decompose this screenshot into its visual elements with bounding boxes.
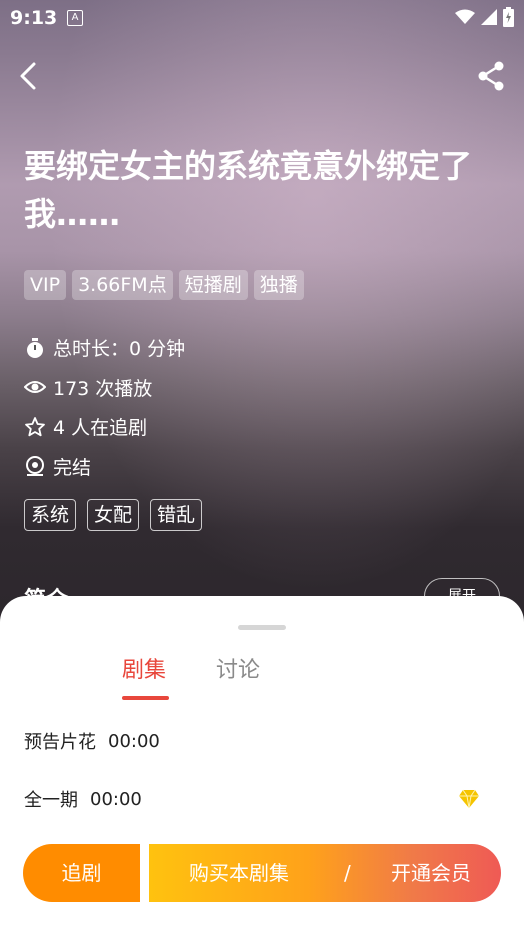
separator: / [344,861,351,885]
tag-system[interactable]: 系统 [24,499,77,531]
episode-duration: 00:00 [108,730,160,752]
meta-info: 总时长：0 分钟 173 次播放 4 人在追剧 完结 [24,328,185,486]
tag-list: 系统 女配 错乱 [24,499,203,531]
price-badge: 3.66FM点 [72,270,173,300]
tag-chaos[interactable]: 错乱 [150,499,203,531]
tag-female-support[interactable]: 女配 [87,499,140,531]
episode-duration: 00:00 [90,788,142,810]
complete-icon [24,455,46,477]
status-row: 完结 [24,447,185,487]
buy-series-button[interactable]: 购买本剧集 [189,844,289,902]
eye-icon [24,376,46,398]
tab-episodes[interactable]: 剧集 [122,652,166,684]
followers-text: 4 人在追剧 [53,417,148,440]
episode-item[interactable]: 预告片花 00:00 [24,721,504,761]
follow-button[interactable]: 追剧 [23,844,140,902]
badge-list: VIP 3.66FM点 短播剧 独播 [24,270,304,300]
tab-discussion[interactable]: 讨论 [216,652,260,684]
status-bar: 9:13 A [0,0,524,36]
plays-text: 173 次播放 [53,377,153,400]
back-arrow-icon [20,62,36,90]
signal-icon [481,9,497,25]
vip-diamond-icon [458,789,480,814]
episode-item[interactable]: 全一期 00:00 [24,779,504,819]
episode-name: 全一期 [24,790,78,811]
episode-sheet: 剧集 讨论 预告片花 00:00 全一期 00:00 追剧 购买本剧集 / 开通… [0,596,524,931]
battery-icon [503,7,514,27]
bottom-actions: 追剧 购买本剧集 / 开通会员 [23,844,501,902]
purchase-bar: 购买本剧集 / 开通会员 [149,844,501,902]
notification-a-icon: A [67,10,83,26]
back-button[interactable] [12,56,44,96]
exclusive-badge: 独播 [253,270,304,300]
wifi-icon [455,9,475,24]
share-button[interactable] [474,58,508,94]
duration-row: 总时长：0 分钟 [24,328,185,368]
status-icons [455,7,514,27]
vip-badge: VIP [24,270,67,300]
episode-name: 预告片花 [24,732,96,753]
active-tab-indicator [122,696,169,700]
share-icon [478,61,504,91]
type-badge: 短播剧 [178,270,248,300]
open-vip-button[interactable]: 开通会员 [391,844,471,902]
status-text: 完结 [53,456,92,479]
followers-row: 4 人在追剧 [24,407,185,447]
status-time: 9:13 [10,7,58,29]
star-icon [24,416,46,438]
duration-text: 总时长：0 分钟 [53,338,186,361]
stopwatch-icon [24,337,46,359]
show-title: 要绑定女主的系统竟意外绑定了我…… [24,147,473,233]
drag-handle[interactable] [238,625,286,630]
top-bar [0,52,524,100]
plays-row: 173 次播放 [24,368,185,408]
